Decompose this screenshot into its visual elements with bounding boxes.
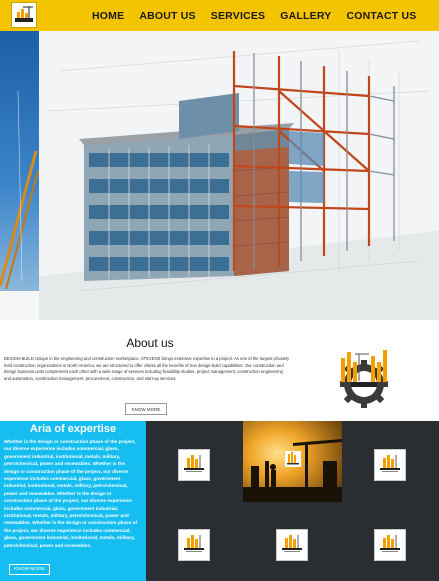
about-section-text: DESIGN-BUILD Unique in the engineering a… [4, 356, 290, 381]
expertise-tile-4[interactable] [276, 529, 308, 561]
about-section-title: About us [126, 336, 174, 350]
construction-logo-icon [184, 535, 204, 552]
expertise-text: Whether is the design or construction ph… [4, 439, 138, 548]
hero-banner [0, 31, 439, 320]
construction-gear-logo [333, 348, 395, 410]
top-navbar: HOME ABOUT US SERVICES GALLERY CONTACT U… [0, 0, 439, 31]
expertise-panel: Aria of expertise Whether is the design … [0, 421, 146, 581]
expertise-tile-1[interactable] [178, 449, 210, 481]
about-know-more-button[interactable]: KNOW MORE [125, 403, 167, 415]
nav-link-contact-us[interactable]: CONTACT US [346, 10, 416, 22]
expertise-title: Aria of expertise [29, 423, 117, 435]
nav-link-home[interactable]: HOME [92, 10, 124, 22]
expertise-know-more-button[interactable]: KNOW MORE [9, 564, 50, 575]
steel-frame-building-photo [39, 31, 439, 320]
crane-silhouette-sunset-photo [243, 421, 342, 502]
main-menu: HOME ABOUT US SERVICES GALLERY CONTACT U… [92, 0, 432, 31]
expertise-tile-3[interactable] [178, 529, 210, 561]
construction-logo-icon [282, 535, 302, 552]
construction-logo-icon [184, 455, 204, 472]
gear-logo-icon [340, 350, 388, 408]
nav-link-services[interactable]: SERVICES [211, 10, 266, 22]
brand-logo[interactable] [11, 2, 37, 28]
expertise-tile-2[interactable] [374, 449, 406, 481]
nav-link-gallery[interactable]: GALLERY [280, 10, 331, 22]
nav-link-about-us[interactable]: ABOUT US [139, 10, 195, 22]
construction-logo-icon [380, 535, 400, 552]
hero-side-slide-image [0, 31, 39, 291]
construction-logo-icon [12, 3, 36, 27]
expertise-tile-5[interactable] [374, 529, 406, 561]
construction-logo-icon [380, 455, 400, 472]
